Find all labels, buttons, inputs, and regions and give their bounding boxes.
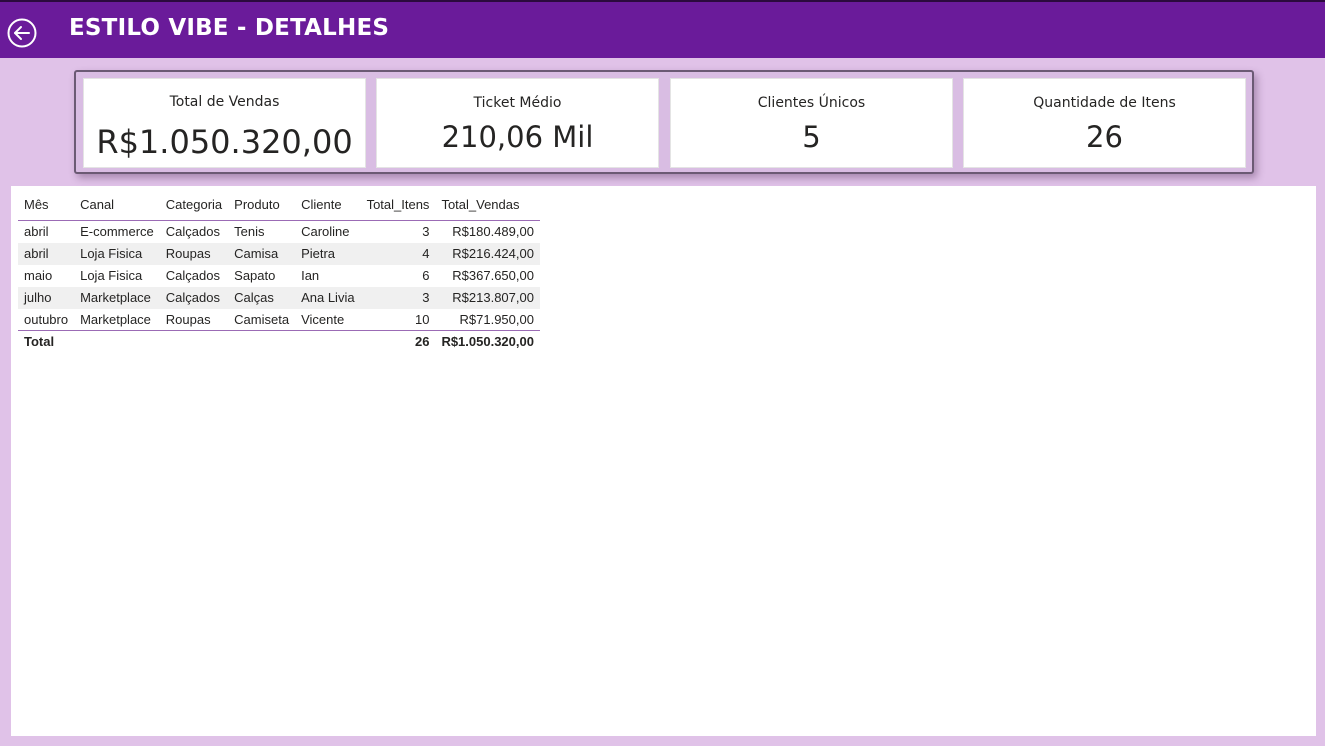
kpi-label: Quantidade de Itens xyxy=(1033,95,1176,111)
cell-mes: julho xyxy=(18,286,75,309)
cell-categoria: Roupas xyxy=(159,242,229,265)
table-row[interactable]: abril Loja Fisica Roupas Camisa Pietra 4… xyxy=(18,242,540,265)
total-itens-value: 26 xyxy=(360,330,436,353)
cell-total-vendas: R$71.950,00 xyxy=(459,311,534,327)
column-header-mes[interactable]: Mês xyxy=(18,194,75,221)
table-row[interactable]: abril E-commerce Calçados Tenis Caroline… xyxy=(18,221,540,243)
kpi-label: Ticket Médio xyxy=(473,95,562,111)
column-header-produto[interactable]: Produto xyxy=(228,194,296,221)
cell-cliente: Pietra xyxy=(295,242,361,265)
table-row[interactable]: julho Marketplace Calçados Calças Ana Li… xyxy=(18,286,540,309)
cell-total-itens: 3 xyxy=(422,224,430,240)
column-header-categoria[interactable]: Categoria xyxy=(159,194,229,221)
kpi-card-quantidade-itens[interactable]: Quantidade de Itens 26 xyxy=(963,78,1246,168)
page-title: ESTILO VIBE - DETALHES xyxy=(69,15,390,41)
kpi-card-total-vendas[interactable]: Total de Vendas R$1.050.320,00 xyxy=(83,78,366,168)
kpi-card-clientes-unicos[interactable]: Clientes Únicos 5 xyxy=(670,78,953,168)
total-label: Total xyxy=(18,330,75,353)
cell-mes: maio xyxy=(24,268,53,283)
cell-categoria: Calçados xyxy=(159,286,229,309)
cell-produto: Camisa xyxy=(228,242,296,265)
kpi-card-ticket-medio[interactable]: Ticket Médio 210,06 Mil xyxy=(376,78,659,168)
cell-canal: Marketplace xyxy=(74,286,160,309)
kpi-value: R$1.050.320,00 xyxy=(96,123,353,161)
cell-categoria: Calçados xyxy=(165,224,220,240)
cell-categoria: Calçados xyxy=(165,268,220,283)
cell-cliente: Ana Livia xyxy=(295,286,361,309)
cell-total-itens: 6 xyxy=(422,268,430,283)
column-header-total-vendas[interactable]: Total_Vendas xyxy=(435,194,540,221)
cell-total-vendas: R$367.650,00 xyxy=(452,268,534,283)
cell-produto: Tenis xyxy=(234,224,265,240)
table-row[interactable]: maio Loja Fisica Calçados Sapato Ian 6 R… xyxy=(18,265,540,287)
cell-cliente: Ian xyxy=(301,268,320,283)
cell-canal: Marketplace xyxy=(80,311,151,327)
column-header-total-itens[interactable]: Total_Itens xyxy=(360,194,436,221)
cell-cliente: Vicente xyxy=(301,311,345,327)
cell-total-itens: 10 xyxy=(414,311,430,327)
kpi-panel: Total de Vendas R$1.050.320,00 Ticket Mé… xyxy=(74,70,1254,174)
total-empty-cell xyxy=(159,330,229,353)
table-visual[interactable]: Mês Canal Categoria Produto Cliente Tota… xyxy=(11,186,1316,736)
column-header-cliente[interactable]: Cliente xyxy=(295,194,361,221)
table-row[interactable]: outubro Marketplace Roupas Camiseta Vice… xyxy=(18,309,540,331)
cell-total-vendas: R$180.489,00 xyxy=(452,224,534,240)
cell-mes: abril xyxy=(18,242,75,265)
kpi-label: Clientes Únicos xyxy=(757,95,866,111)
header-bar: ESTILO VIBE - DETALHES xyxy=(0,0,1325,58)
cell-categoria: Roupas xyxy=(165,311,211,327)
cell-produto: Calças xyxy=(228,286,296,309)
total-empty-cell xyxy=(74,330,160,353)
cell-mes: outubro xyxy=(24,311,69,327)
cell-produto: Sapato xyxy=(234,268,276,283)
cell-produto: Camiseta xyxy=(234,311,290,327)
report-page: ESTILO VIBE - DETALHES Total de Vendas R… xyxy=(0,0,1325,746)
table-total-row: Total 26 R$1.050.320,00 xyxy=(18,330,540,353)
kpi-value: 210,06 Mil xyxy=(441,120,594,154)
cell-canal: E-commerce xyxy=(80,224,154,240)
total-vendas-value: R$1.050.320,00 xyxy=(435,330,540,353)
kpi-value: 5 xyxy=(802,120,821,154)
total-empty-cell xyxy=(228,330,296,353)
cell-total-vendas: R$216.424,00 xyxy=(435,242,540,265)
column-header-canal[interactable]: Canal xyxy=(74,194,160,221)
arrow-left-circle-icon xyxy=(7,18,37,48)
cell-total-itens: 4 xyxy=(360,242,436,265)
cell-canal: Loja Fisica xyxy=(80,268,143,283)
back-button[interactable] xyxy=(6,17,38,49)
cell-total-itens: 3 xyxy=(360,286,436,309)
kpi-label: Total de Vendas xyxy=(169,94,280,110)
cell-cliente: Caroline xyxy=(301,224,350,240)
cell-total-vendas: R$213.807,00 xyxy=(435,286,540,309)
total-empty-cell xyxy=(295,330,361,353)
kpi-value: 26 xyxy=(1086,120,1123,154)
table-header-row: Mês Canal Categoria Produto Cliente Tota… xyxy=(18,194,540,221)
cell-canal: Loja Fisica xyxy=(74,242,160,265)
cell-mes: abril xyxy=(24,224,49,240)
details-table: Mês Canal Categoria Produto Cliente Tota… xyxy=(18,194,540,353)
